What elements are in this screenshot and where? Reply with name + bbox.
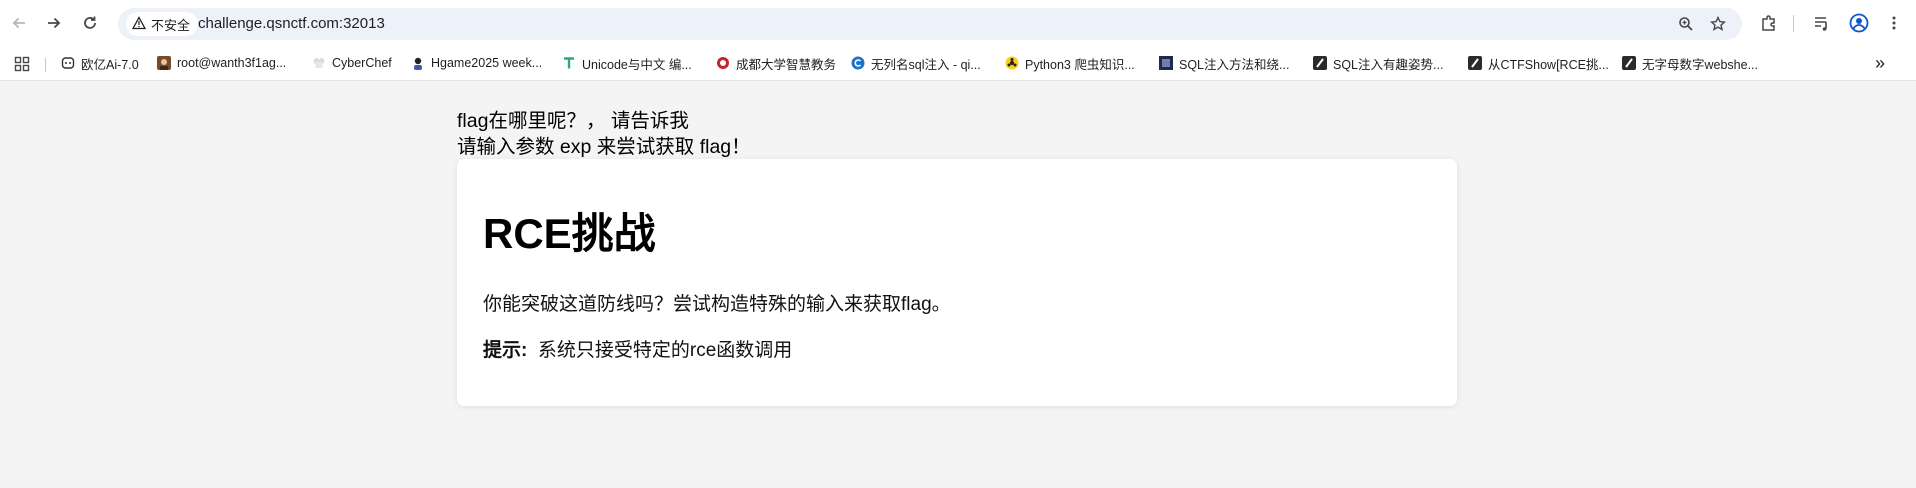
bookmarks-overflow-button[interactable]: »	[1875, 52, 1885, 74]
bookmark-label: Python3 爬虫知识...	[1025, 57, 1135, 72]
back-arrow-icon[interactable]	[7, 11, 31, 35]
zoom-icon[interactable]	[1674, 12, 1698, 36]
bookmark-label: 无列名sql注入 - qi...	[871, 57, 981, 72]
blog-c-icon	[851, 56, 865, 70]
bookmark-item[interactable]: SQL注入方法和绕...	[1159, 52, 1289, 74]
page-content: flag在哪里呢？， 请告诉我 请输入参数 exp 来尝试获取 flag！ RC…	[0, 82, 1916, 488]
bookmark-item[interactable]: CyberChef	[312, 52, 392, 74]
bookmark-item[interactable]: 成都大学智慧教务	[716, 52, 836, 74]
intro-text: flag在哪里呢？， 请告诉我 请输入参数 exp 来尝试获取 flag！	[457, 108, 751, 160]
bookmark-item[interactable]: 欧亿Ai-7.0	[61, 52, 139, 74]
bookmark-item[interactable]: Unicode与中文 编...	[562, 52, 692, 74]
bookmarks-bar: 欧亿Ai-7.0 root@wanth3f1ag... CyberChef Hg…	[0, 46, 1916, 81]
unicode-t-icon	[562, 56, 576, 70]
user-avatar-icon	[411, 56, 425, 70]
bookmark-label: 欧亿Ai-7.0	[81, 57, 139, 72]
intro-line-2: 请输入参数 exp 来尝试获取 flag！	[457, 136, 751, 158]
chat-bot-icon	[61, 56, 75, 70]
bookmark-label: 成都大学智慧教务	[736, 57, 837, 72]
reload-icon[interactable]	[78, 11, 102, 35]
blog-slash-icon	[1313, 56, 1327, 70]
bookmark-label: 无字母数字webshe...	[1642, 57, 1759, 72]
media-queue-icon[interactable]	[1810, 11, 1834, 35]
profile-avatar-icon[interactable]	[1847, 11, 1871, 35]
security-indicator[interactable]: 不安全	[126, 12, 199, 36]
bookmark-item[interactable]: root@wanth3f1ag...	[157, 52, 286, 74]
hint-line: 提示: 系统只接受特定的rce函数调用	[483, 335, 792, 362]
forward-arrow-icon[interactable]	[42, 11, 66, 35]
bookmark-item[interactable]: 无字母数字webshe...	[1622, 52, 1758, 74]
bookmark-item[interactable]: 无列名sql注入 - qi...	[851, 52, 981, 74]
bookmark-label: root@wanth3f1ag...	[177, 56, 287, 70]
bookmark-item[interactable]: SQL注入有趣姿势...	[1313, 52, 1443, 74]
browser-toolbar: 不安全 challenge.qsnctf.com:32013	[0, 0, 1916, 46]
bookmark-label: Hgame2025 week...	[431, 56, 543, 70]
warning-triangle-icon	[131, 15, 147, 33]
bookmark-label: Unicode与中文 编...	[582, 57, 692, 72]
security-label: 不安全	[151, 17, 191, 33]
bookmark-label: 从CTFShow[RCE挑...	[1488, 57, 1609, 72]
intro-line-1: flag在哪里呢？， 请告诉我	[457, 110, 689, 132]
chef-hat-icon	[312, 56, 326, 70]
page-title: RCE挑战	[483, 210, 656, 257]
challenge-card: RCE挑战 你能突破这道防线吗？尝试构造特殊的输入来获取flag。 提示: 系统…	[457, 159, 1457, 406]
bookmark-label: SQL注入有趣姿势...	[1333, 57, 1444, 72]
blog-slash-icon	[1622, 56, 1636, 70]
biohazard-icon	[1005, 56, 1019, 70]
bookmark-item[interactable]: 从CTFShow[RCE挑...	[1468, 52, 1609, 74]
hint-text: 系统只接受特定的rce函数调用	[537, 340, 793, 361]
bookmark-item[interactable]: Python3 爬虫知识...	[1005, 52, 1135, 74]
bookmarks-divider	[45, 58, 46, 72]
address-bar[interactable]: 不安全 challenge.qsnctf.com:32013	[118, 8, 1742, 40]
url-text[interactable]: challenge.qsnctf.com:32013	[198, 15, 385, 32]
blog-slash-icon	[1468, 56, 1482, 70]
extensions-puzzle-icon[interactable]	[1757, 11, 1781, 35]
toolbar-divider	[1793, 15, 1794, 32]
bookmark-star-icon[interactable]	[1706, 12, 1730, 36]
challenge-description: 你能突破这道防线吗？尝试构造特殊的输入来获取flag。	[483, 294, 951, 315]
bookmark-item[interactable]: Hgame2025 week...	[411, 52, 542, 74]
menu-kebab-icon[interactable]	[1882, 11, 1906, 35]
bookmark-label: CyberChef	[332, 56, 392, 70]
site-logo-icon	[1159, 56, 1173, 70]
user-avatar-icon	[157, 56, 171, 70]
apps-grid-icon[interactable]	[10, 52, 34, 76]
university-seal-icon	[716, 56, 730, 70]
bookmark-label: SQL注入方法和绕...	[1179, 57, 1290, 72]
hint-label: 提示:	[483, 340, 528, 361]
chevron-double-right-icon: »	[1875, 52, 1886, 73]
